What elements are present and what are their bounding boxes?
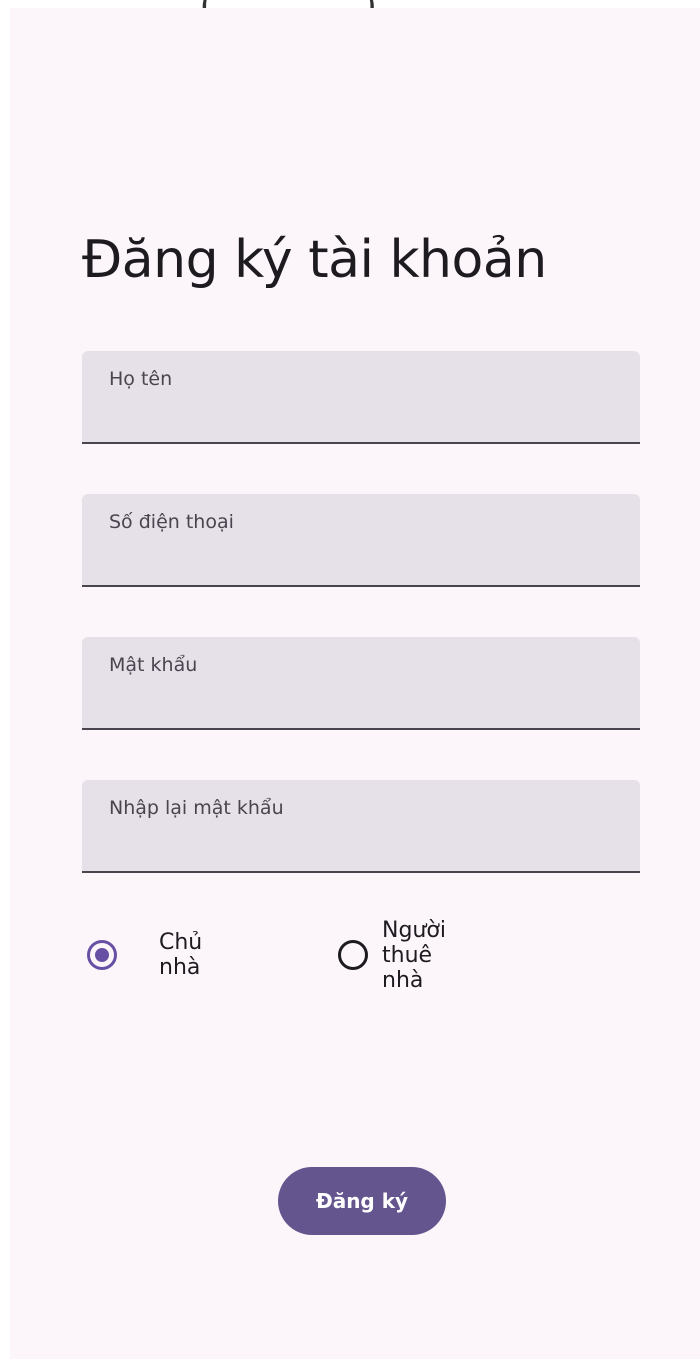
confirm-password-input[interactable] [109, 826, 620, 858]
full-name-label: Họ tên [109, 368, 173, 390]
role-tenant-label: Người thuê nhà [382, 917, 446, 993]
role-option-tenant[interactable]: Người thuê nhà [338, 918, 446, 993]
confirm-password-label: Nhập lại mật khẩu [109, 797, 284, 819]
phone-input[interactable] [109, 540, 620, 572]
radio-unselected-icon[interactable] [338, 940, 368, 970]
role-owner-label: Chủ nhà [159, 930, 203, 980]
confirm-password-field[interactable]: Nhập lại mật khẩu [82, 780, 640, 873]
password-field[interactable]: Mật khẩu [82, 637, 640, 730]
password-input[interactable] [109, 683, 620, 715]
register-screen: Đăng ký tài khoản Họ tên Số điện thoại M… [10, 8, 700, 1359]
phone-label: Số điện thoại [109, 511, 234, 533]
full-name-input[interactable] [109, 397, 620, 429]
full-name-field[interactable]: Họ tên [82, 351, 640, 444]
phone-field[interactable]: Số điện thoại [82, 494, 640, 587]
role-option-owner[interactable]: Chủ nhà [87, 930, 202, 980]
register-button[interactable]: Đăng ký [278, 1167, 446, 1235]
page-title: Đăng ký tài khoản [82, 230, 547, 290]
password-label: Mật khẩu [109, 654, 198, 676]
radio-selected-icon[interactable] [87, 940, 117, 970]
